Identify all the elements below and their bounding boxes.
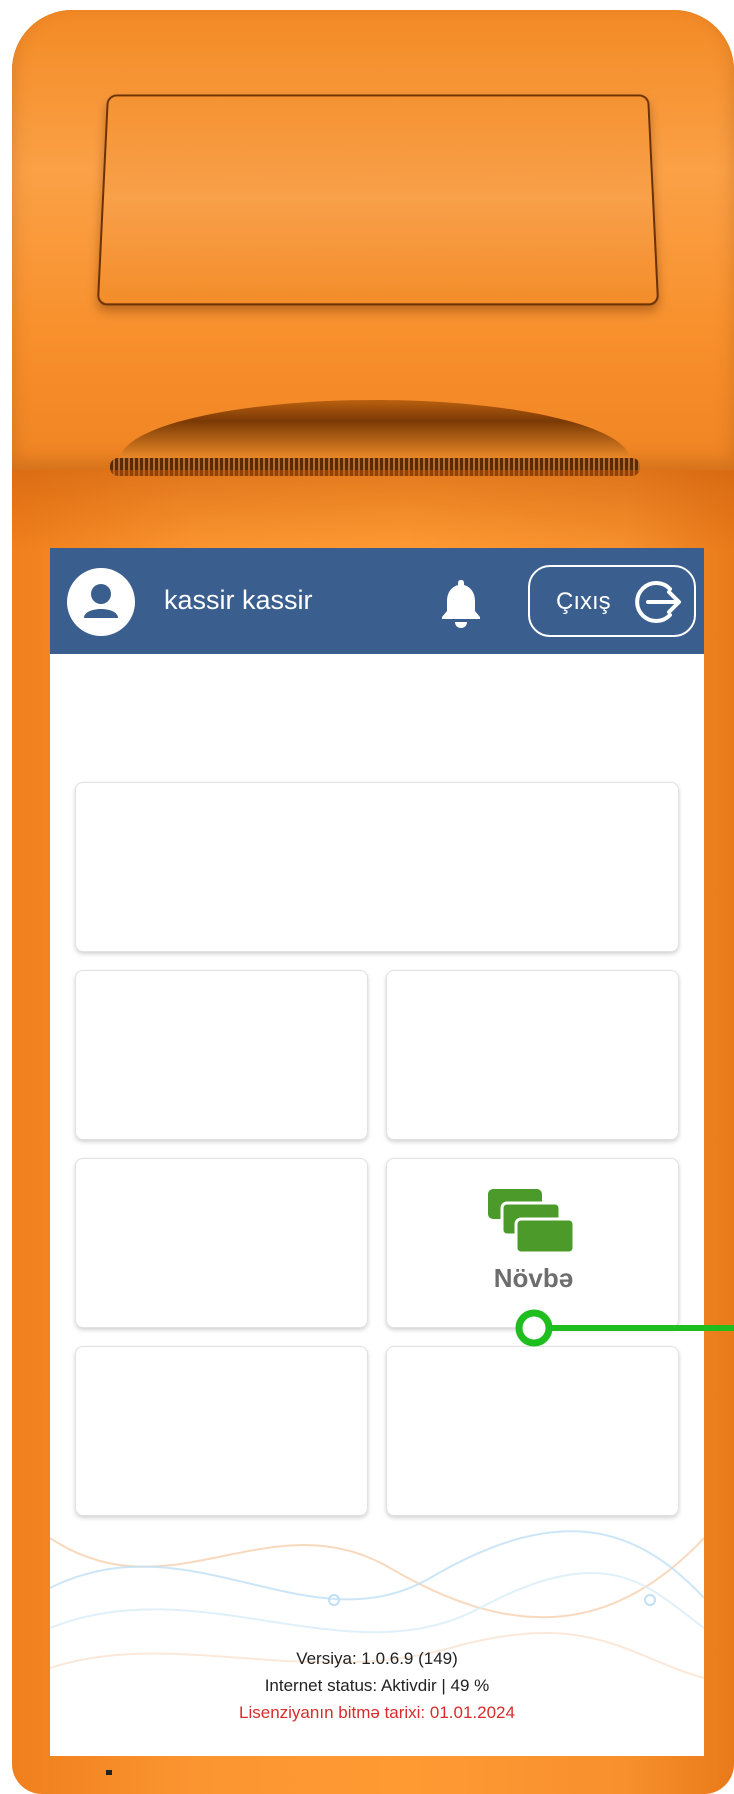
- pos-device: kassir kassir Çıxış Növbə Versiya: 1.0.6…: [0, 0, 734, 1794]
- menu-tile-wide[interactable]: [75, 782, 679, 952]
- top-bar: kassir kassir Çıxış: [50, 548, 704, 654]
- shift-label: Növbə: [493, 1263, 574, 1293]
- printer-lid: [96, 94, 660, 306]
- shift-cards-icon: [488, 1189, 576, 1257]
- menu-tile[interactable]: [386, 970, 679, 1140]
- user-name: kassir kassir: [164, 585, 313, 615]
- device-screen: kassir kassir Çıxış Növbə Versiya: 1.0.6…: [50, 548, 704, 1756]
- version-text: Versiya: 1.0.6.9 (149): [296, 1649, 458, 1668]
- internet-status-text: Internet status: Aktivdir | 49 %: [264, 1676, 490, 1695]
- license-expiry-text: Lisenziyanın bitmə tarixi: 01.01.2024: [239, 1703, 515, 1722]
- body-shade: [12, 470, 734, 550]
- shift-tile[interactable]: Növbə: [386, 1158, 679, 1328]
- logout-button[interactable]: Çıxış: [528, 565, 696, 637]
- logout-label: Çıxış: [556, 588, 611, 615]
- logout-icon: [634, 579, 684, 625]
- app-footer: Versiya: 1.0.6.9 (149) Internet status: …: [50, 1645, 704, 1726]
- menu-tile[interactable]: [75, 1158, 368, 1328]
- menu-tile[interactable]: [75, 970, 368, 1140]
- bell-icon[interactable]: [436, 576, 486, 630]
- user-avatar-icon[interactable]: [67, 568, 135, 636]
